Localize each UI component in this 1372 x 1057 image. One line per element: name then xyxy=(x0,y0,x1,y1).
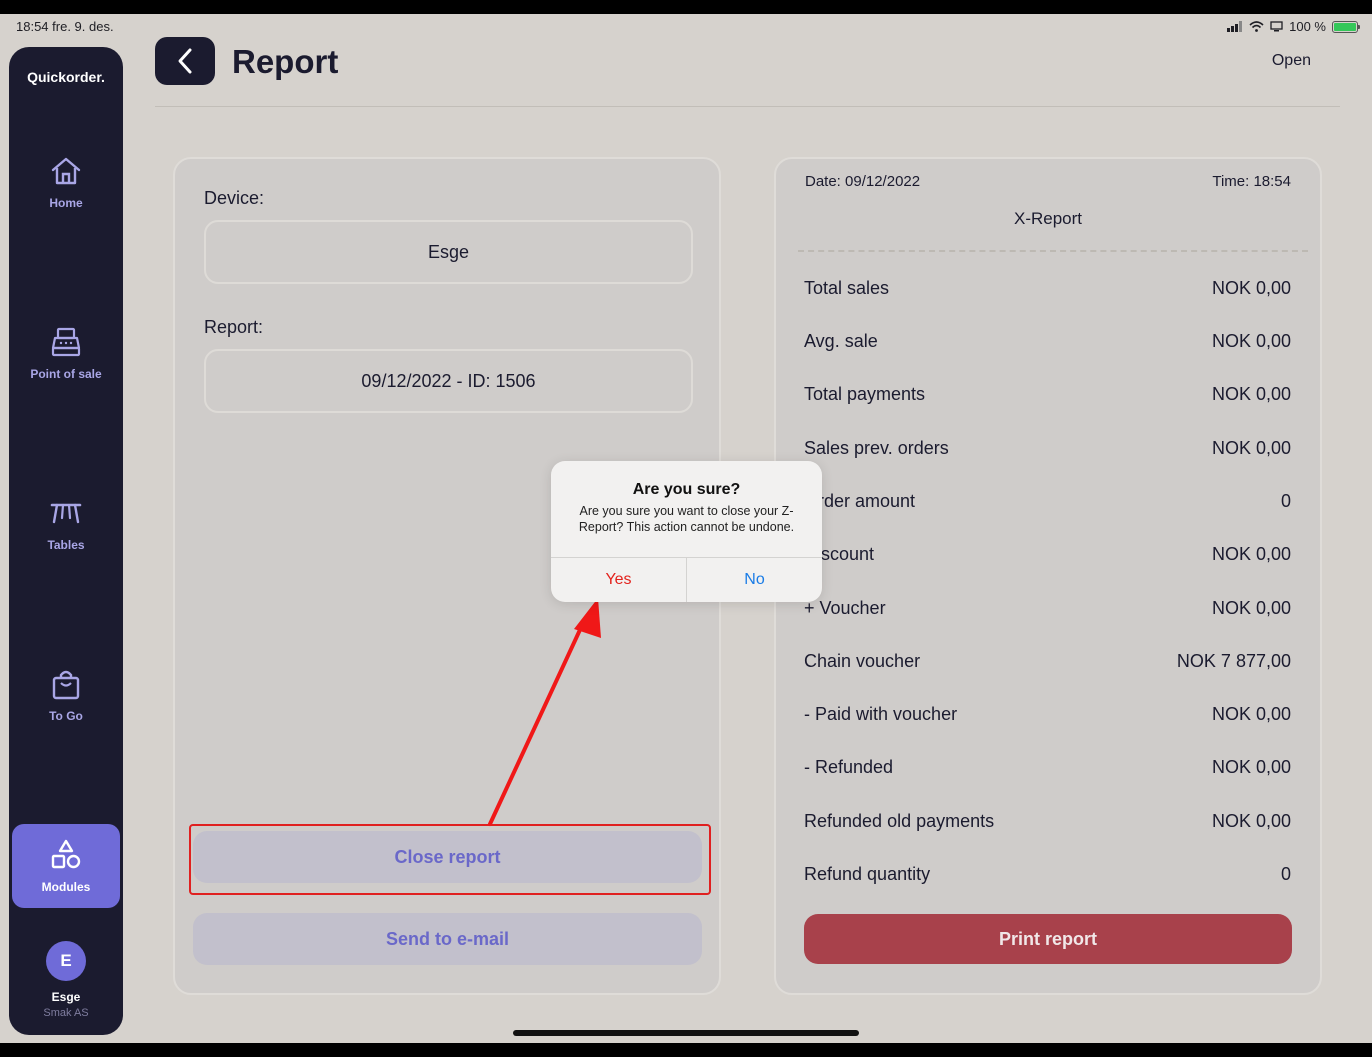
battery-icon xyxy=(1332,20,1360,33)
print-report-button[interactable]: Print report xyxy=(804,914,1292,964)
report-row: Total payments NOK 0,00 xyxy=(804,384,1291,404)
home-indicator[interactable] xyxy=(513,1030,859,1036)
home-icon xyxy=(51,157,81,185)
report-row: - Refunded NOK 0,00 xyxy=(804,757,1291,777)
device-label: Device: xyxy=(204,188,265,208)
status-bar: 18:54 fre. 9. des. 100 % xyxy=(0,14,1372,38)
confirm-dialog: Are you sure? Are you sure you want to c… xyxy=(551,461,822,602)
report-time: Time: 18:54 xyxy=(1212,173,1291,190)
nav-to-go-label: To Go xyxy=(49,709,83,723)
battery-text: 100 % xyxy=(1289,19,1326,34)
nav-tables[interactable]: Tables xyxy=(12,482,120,566)
dialog-title: Are you sure? xyxy=(632,481,741,498)
page-header: Report Open xyxy=(155,37,1340,107)
sidebar: Quickorder. Home Point of sale Tables To… xyxy=(9,47,123,1035)
report-row: Refunded old payments NOK 0,00 xyxy=(804,811,1291,831)
nav-point-of-sale[interactable]: Point of sale xyxy=(12,311,120,395)
nav-modules-label: Modules xyxy=(41,880,91,894)
avatar: E xyxy=(46,941,86,981)
report-status: Open xyxy=(1271,52,1311,69)
report-row: Sales prev. orders NOK 0,00 xyxy=(804,438,1291,458)
report-row: Discount NOK 0,00 xyxy=(804,544,1291,564)
report-row: - Paid with voucher NOK 0,00 xyxy=(804,704,1291,724)
status-time-date: 18:54 fre. 9. des. xyxy=(16,19,114,34)
report-label: Report: xyxy=(204,317,264,337)
send-email-button[interactable]: Send to e-mail xyxy=(193,913,702,965)
dialog-message: Are you sure you want to close your Z-Re… xyxy=(578,504,795,534)
wifi-icon xyxy=(1249,21,1264,32)
shopping-bag-icon xyxy=(52,670,80,700)
table-icon xyxy=(50,503,82,524)
report-row: Refund quantity 0 xyxy=(804,864,1291,884)
user-org: Smak AS xyxy=(43,1007,89,1019)
page-title: Report xyxy=(232,43,339,80)
report-type: X-Report xyxy=(1013,209,1083,228)
report-preview-panel: Date: 09/12/2022 Time: 18:54 X-Report To… xyxy=(774,157,1322,995)
nav-to-go[interactable]: To Go xyxy=(12,653,120,737)
divider xyxy=(798,250,1308,252)
signal-icon xyxy=(1227,21,1243,32)
user-profile[interactable]: E Esge Smak AS xyxy=(9,941,123,1019)
user-name: Esge xyxy=(51,990,81,1004)
nav-home-label: Home xyxy=(49,196,83,210)
report-row: Total sales NOK 0,00 xyxy=(804,278,1291,298)
report-date: Date: 09/12/2022 xyxy=(805,173,921,190)
screen-mirroring-icon xyxy=(1270,21,1283,32)
dialog-no-button[interactable]: No xyxy=(687,558,822,602)
brand-logo: Quickorder. xyxy=(27,69,105,85)
chevron-left-icon xyxy=(178,48,192,74)
report-row: Chain voucher NOK 7 877,00 xyxy=(804,651,1291,671)
device-select[interactable]: Esge xyxy=(204,220,693,284)
shapes-icon xyxy=(51,839,81,869)
nav-tables-label: Tables xyxy=(47,538,85,552)
back-button[interactable] xyxy=(155,37,215,85)
app-screen: 18:54 fre. 9. des. 100 % Quickorder. Hom… xyxy=(0,14,1372,1043)
nav-pos-label: Point of sale xyxy=(30,367,102,381)
report-row: Order amount 0 xyxy=(804,491,1291,511)
report-select[interactable]: 09/12/2022 - ID: 1506 xyxy=(204,349,693,413)
close-report-highlight xyxy=(189,824,711,895)
nav-home[interactable]: Home xyxy=(12,140,120,224)
nav-modules[interactable]: Modules xyxy=(12,824,120,908)
cash-register-icon xyxy=(51,327,81,357)
dialog-yes-button[interactable]: Yes xyxy=(551,558,687,602)
report-row: + Voucher NOK 0,00 xyxy=(804,598,1291,618)
report-row: Avg. sale NOK 0,00 xyxy=(804,331,1291,351)
